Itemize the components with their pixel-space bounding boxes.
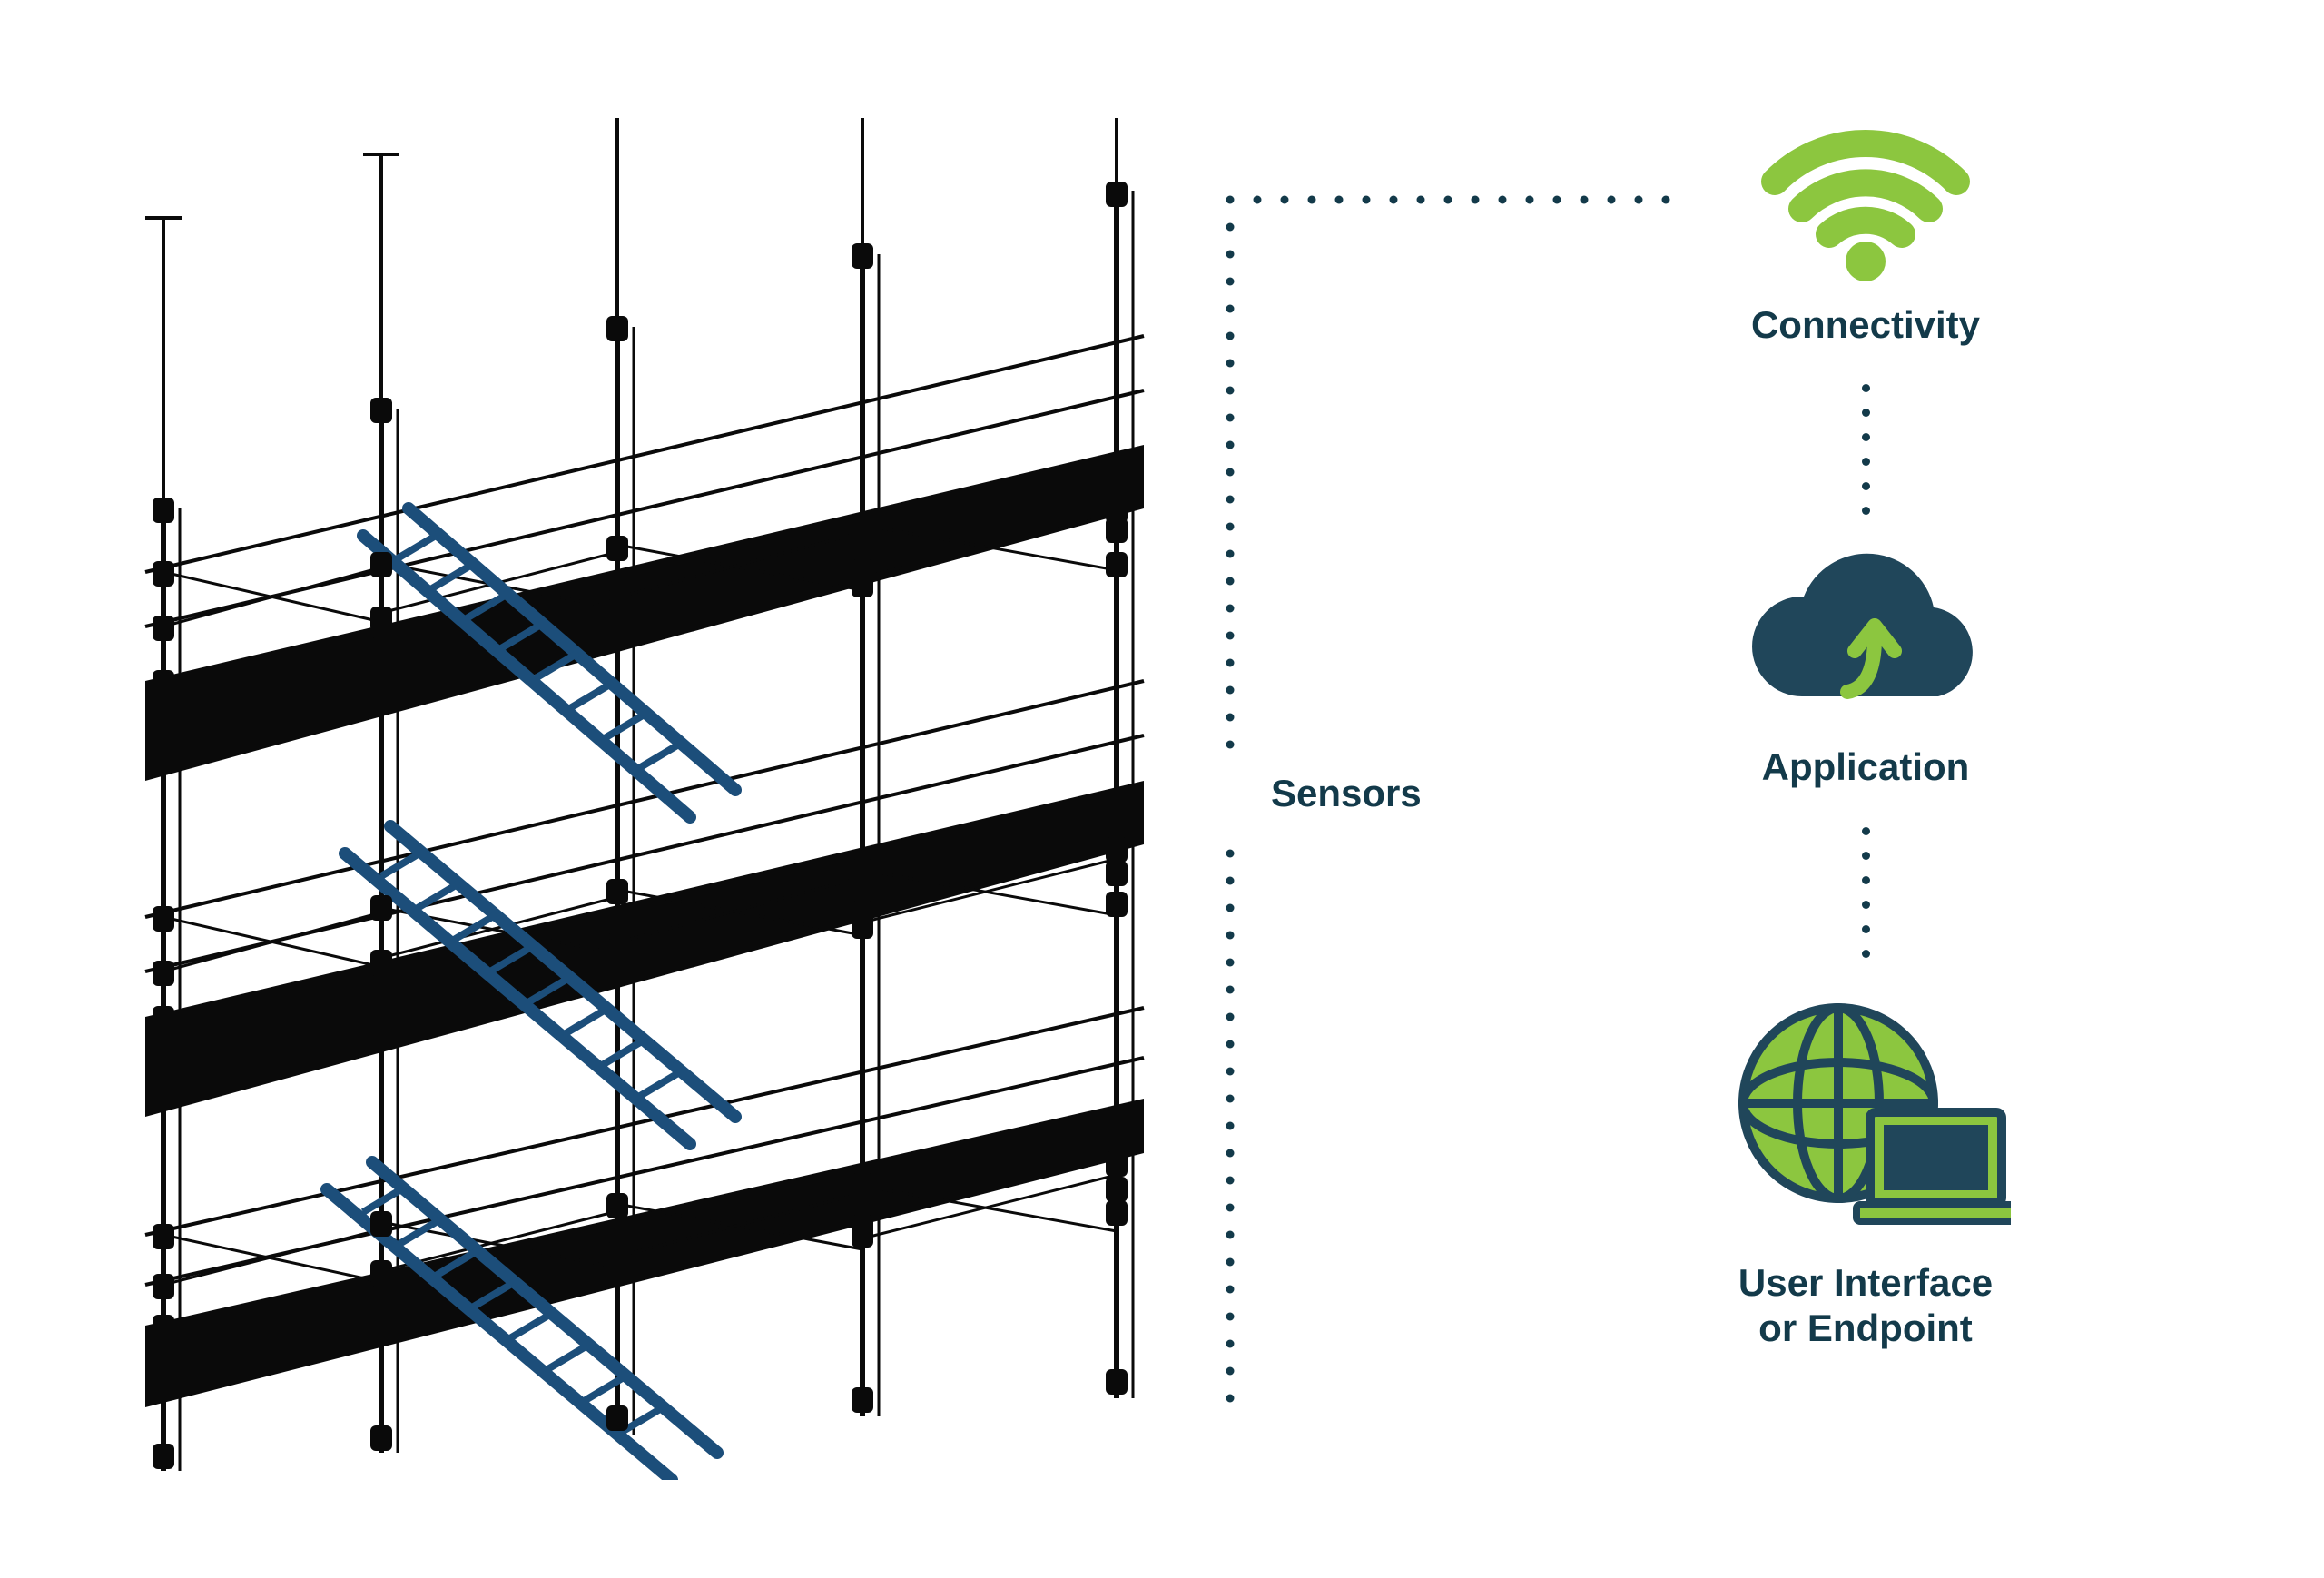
scaffold-illustration bbox=[109, 118, 1198, 1480]
application-label: Application bbox=[1762, 745, 1970, 790]
application-node: Application bbox=[1738, 551, 1993, 790]
dots-connector-1 bbox=[1862, 384, 1870, 515]
endpoint-label-line1: User Interface bbox=[1738, 1261, 1993, 1304]
iot-scaffold-diagram: Sensors Connectivity bbox=[0, 0, 2324, 1578]
connectivity-label: Connectivity bbox=[1751, 302, 1980, 348]
endpoint-label-line2: or Endpoint bbox=[1758, 1307, 1973, 1349]
wifi-icon bbox=[1757, 100, 1974, 286]
connectivity-node: Connectivity bbox=[1751, 100, 1980, 348]
dots-connector-2 bbox=[1862, 827, 1870, 958]
globe-laptop-icon bbox=[1720, 994, 2011, 1244]
endpoint-label: User Interface or Endpoint bbox=[1738, 1260, 1993, 1352]
endpoint-node: User Interface or Endpoint bbox=[1720, 994, 2011, 1352]
flow-column: Connectivity Application bbox=[1661, 100, 2070, 1352]
cloud-upload-icon bbox=[1738, 551, 1993, 728]
sensors-label: Sensors bbox=[1271, 772, 1422, 815]
